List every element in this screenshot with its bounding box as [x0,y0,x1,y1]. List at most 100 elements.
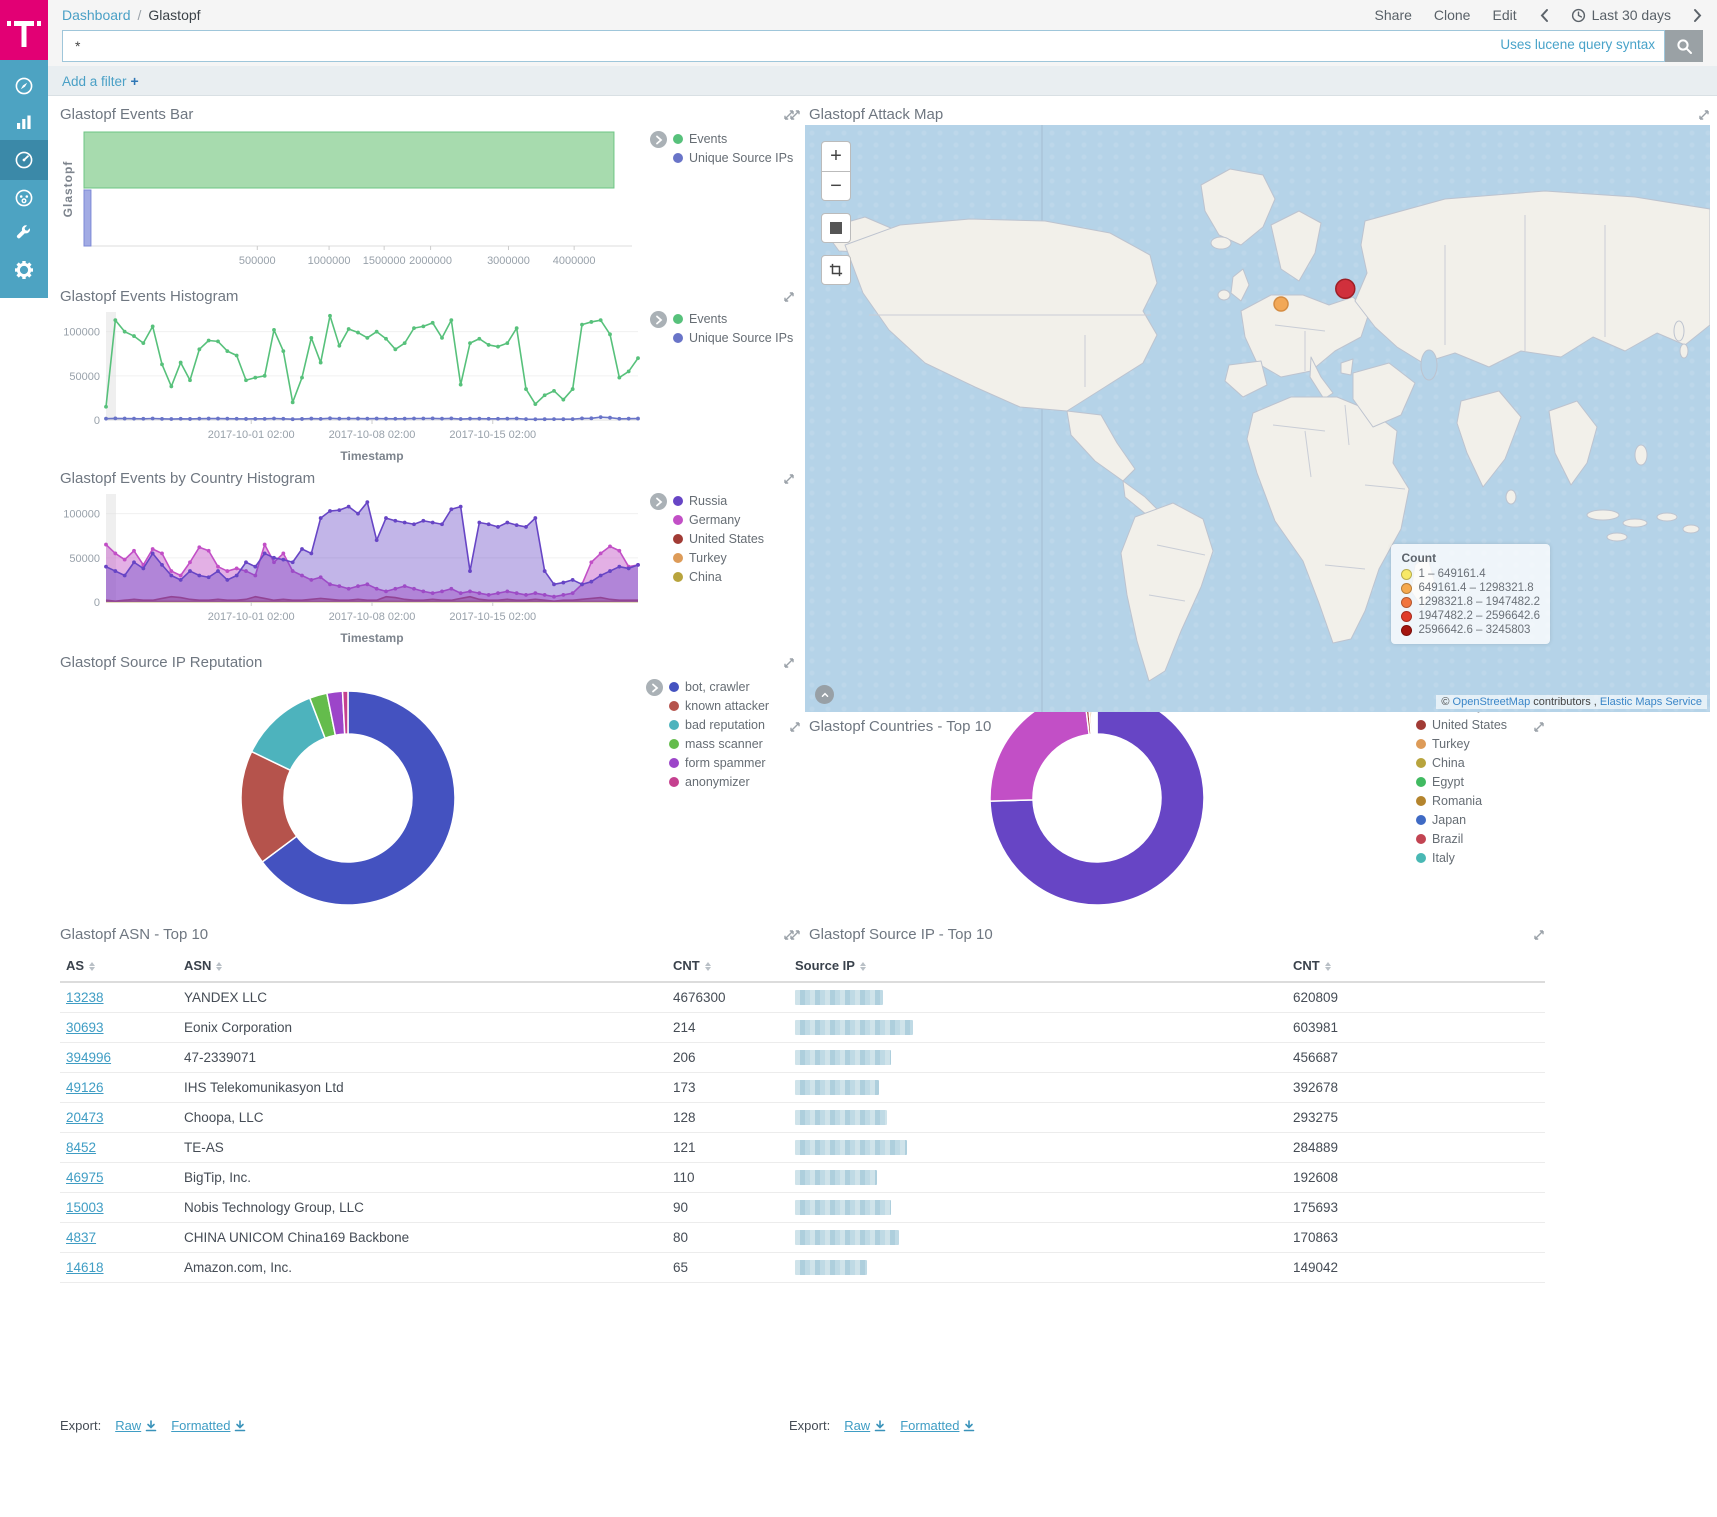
share-button[interactable]: Share [1375,7,1412,23]
expand-panel-icon[interactable] [783,291,795,303]
sidebar-item-timelion[interactable] [0,180,48,216]
expand-panel-icon[interactable] [1533,929,1545,941]
sidebar-item-dashboard[interactable] [0,140,48,180]
legend-toggle[interactable] [650,311,667,328]
as-number-link[interactable]: 49126 [66,1080,104,1095]
legend-item[interactable]: Events [673,312,793,326]
query-input[interactable] [62,30,1665,62]
square-icon [830,222,842,234]
edit-button[interactable]: Edit [1492,7,1516,23]
lucene-hint-link[interactable]: Uses lucene query syntax [1500,37,1655,52]
svg-text:2017-10-15 02:00: 2017-10-15 02:00 [449,611,536,623]
map-fit-bounds-button[interactable] [821,213,851,243]
legend-label: United States [1432,718,1507,732]
as-number-link[interactable]: 13238 [66,990,104,1005]
legend-item[interactable]: Japan [1416,813,1507,827]
legend-item[interactable]: China [1416,756,1507,770]
attack-map[interactable]: + − Count 1 – 649161.4649161.4 – 1298321… [805,125,1710,712]
as-number-link[interactable]: 4837 [66,1230,96,1245]
panel-reputation-header: Glastopf Source IP Reputation [60,654,795,671]
sidebar-item-management[interactable] [0,252,48,288]
expand-panel-icon[interactable] [783,657,795,669]
legend-item[interactable]: anonymizer [669,775,769,789]
map-legend-item: 649161.4 – 1298321.8 [1401,582,1540,594]
export-formatted-link[interactable]: Formatted [900,1418,975,1433]
western-russia-marker[interactable] [1336,279,1355,298]
time-picker-button[interactable]: Last 30 days [1571,7,1671,23]
export-formatted-link[interactable]: Formatted [171,1418,246,1433]
as-number-link[interactable]: 8452 [66,1140,96,1155]
svg-text:2017-10-08 02:00: 2017-10-08 02:00 [329,611,416,623]
events-bar-chart: 5000001000000150000020000003000000400000… [60,128,795,285]
legend-toggle[interactable] [646,679,663,696]
previous-time-button[interactable] [1539,8,1549,23]
legend-item[interactable]: Italy [1416,851,1507,865]
as-number-link[interactable]: 20473 [66,1110,104,1125]
legend-item[interactable]: Unique Source IPs [673,151,793,165]
map-zoom-in-button[interactable]: + [821,141,851,171]
legend-item[interactable]: Romania [1416,794,1507,808]
map-draw-filter-button[interactable] [821,255,851,285]
export-label: Export: [789,1418,830,1433]
redacted-ip-value [795,990,883,1005]
as-number-link[interactable]: 15003 [66,1200,104,1215]
sidebar-item-discover[interactable] [0,68,48,104]
breadcrumb-dashboard-link[interactable]: Dashboard [62,7,131,23]
column-header-cnt[interactable]: CNT [1287,952,1545,982]
legend-color-dot [669,682,679,692]
legend-item[interactable]: China [673,570,764,584]
sidebar-item-visualize[interactable] [0,104,48,140]
as-number-link[interactable]: 394996 [66,1050,111,1065]
redacted-ip-value [795,1110,887,1125]
legend-color-dot [673,553,683,563]
legend-item[interactable]: Turkey [1416,737,1507,751]
breadcrumb-bar: Dashboard / Glastopf Share Clone Edit La… [48,0,1717,30]
redacted-ip-value [795,1020,913,1035]
svg-text:100000: 100000 [63,509,100,521]
elastic-maps-service-link[interactable]: Elastic Maps Service [1600,696,1702,708]
as-number-link[interactable]: 46975 [66,1170,104,1185]
map-attribution-collapse-button[interactable] [815,685,834,704]
legend-item[interactable]: Events [673,132,793,146]
as-number-link[interactable]: 14618 [66,1260,104,1275]
expand-panel-icon[interactable] [789,929,801,941]
column-header-source-ip[interactable]: Source IP [789,952,1287,982]
table-row: 14618Amazon.com, Inc.65 [60,1253,795,1283]
legend-item[interactable]: bad reputation [669,718,769,732]
legend-item[interactable]: bot, crawler [669,680,769,694]
legend-item[interactable]: known attacker [669,699,769,713]
add-filter-link[interactable]: Add a filter+ [62,73,139,89]
legend-toggle[interactable] [650,131,667,148]
openstreetmap-link[interactable]: OpenStreetMap [1453,696,1531,708]
legend-item[interactable]: mass scanner [669,737,769,751]
brand-logo[interactable] [0,0,48,60]
legend-item[interactable]: Turkey [673,551,764,565]
map-controls: + − [821,141,851,285]
legend-item[interactable]: United States [1416,718,1507,732]
as-number-link[interactable]: 30693 [66,1020,104,1035]
sidebar-item-dev-tools[interactable] [0,216,48,252]
next-time-button[interactable] [1693,8,1703,23]
ip-export-row: Export: Raw Formatted [789,1418,975,1433]
legend-item[interactable]: Egypt [1416,775,1507,789]
central-europe-marker[interactable] [1274,297,1288,311]
legend-item[interactable]: Brazil [1416,832,1507,846]
export-raw-link[interactable]: Raw [844,1418,886,1433]
legend-item[interactable]: United States [673,532,764,546]
expand-panel-icon[interactable] [789,109,801,121]
clone-button[interactable]: Clone [1434,7,1471,23]
svg-text:4000000: 4000000 [553,255,596,267]
legend-toggle[interactable] [650,493,667,510]
search-button[interactable] [1665,30,1703,62]
expand-panel-icon[interactable] [1698,109,1710,121]
legend-item[interactable]: form spammer [669,756,769,770]
expand-panel-icon[interactable] [783,473,795,485]
column-header-cnt[interactable]: CNT [667,952,795,982]
column-header-as[interactable]: AS [60,952,178,982]
map-zoom-out-button[interactable]: − [821,171,851,201]
legend-item[interactable]: Russia [673,494,764,508]
export-raw-link[interactable]: Raw [115,1418,157,1433]
legend-item[interactable]: Germany [673,513,764,527]
column-header-asn[interactable]: ASN [178,952,667,982]
legend-item[interactable]: Unique Source IPs [673,331,793,345]
